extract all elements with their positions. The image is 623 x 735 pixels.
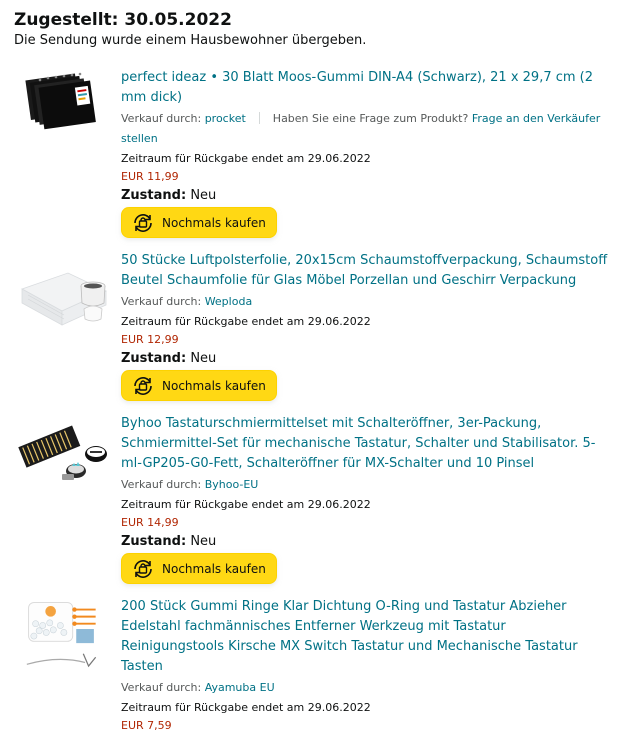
condition-label: Zustand: [121, 534, 187, 549]
item-details: 50 Stücke Luftpolsterfolie, 20x15cm Scha… [121, 251, 611, 402]
item-details: perfect ideaz • 30 Blatt Moos-Gummi DIN-… [121, 68, 611, 239]
item-price: EUR 14,99 [121, 516, 179, 529]
sold-by-label: Verkauf durch: [121, 295, 202, 308]
return-window-text: Zeitraum für Rückgabe endet am 29.06.202… [121, 152, 371, 165]
seller-link[interactable]: Ayamuba EU [205, 681, 275, 694]
seller-line: Verkauf durch: Weploda [121, 292, 611, 312]
item-condition: Zustand: Neu [121, 349, 611, 369]
seller-link[interactable]: procket [205, 112, 246, 125]
condition-label: Zustand: [121, 351, 187, 366]
shipment-header: Zugestellt: 30.05.2022 Die Sendung wurde… [14, 9, 366, 50]
product-title-link[interactable]: 200 Stück Gummi Ringe Klar Dichtung O-Ri… [121, 597, 611, 677]
condition-value: Neu [190, 351, 217, 366]
seller-line: Verkauf durch: procket Haben Sie eine Fr… [121, 109, 611, 149]
return-window-text: Zeitraum für Rückgabe endet am 29.06.202… [121, 701, 371, 714]
buy-again-icon [134, 559, 152, 578]
buy-again-button[interactable]: Nochmals kaufen [121, 553, 277, 584]
product-image-foam-sheets[interactable] [18, 68, 108, 143]
buy-again-label: Nochmals kaufen [162, 378, 266, 393]
sold-by-label: Verkauf durch: [121, 681, 202, 694]
condition-value: Neu [190, 534, 217, 549]
delivery-status-title: Zugestellt: 30.05.2022 [14, 10, 232, 30]
product-question-text: Haben Sie eine Frage zum Produkt? [272, 112, 469, 125]
product-title-link[interactable]: perfect ideaz • 30 Blatt Moos-Gummi DIN-… [121, 68, 611, 108]
condition-label: Zustand: [121, 188, 187, 203]
item-condition: Zustand: Neu [121, 186, 611, 206]
product-image-foam-bags[interactable] [18, 259, 108, 334]
sold-by-label: Verkauf durch: [121, 112, 202, 125]
sold-by-label: Verkauf durch: [121, 478, 202, 491]
seller-line: Verkauf durch: Byhoo-EU [121, 475, 611, 495]
delivery-status-subtitle: Die Sendung wurde einem Hausbewohner übe… [14, 33, 367, 48]
buy-again-button[interactable]: Nochmals kaufen [121, 370, 277, 401]
item-price: EUR 11,99 [121, 170, 179, 183]
product-image-oring-kit[interactable] [18, 599, 108, 674]
item-price: EUR 7,59 [121, 719, 172, 732]
product-title-link[interactable]: 50 Stücke Luftpolsterfolie, 20x15cm Scha… [121, 251, 611, 291]
item-details: 200 Stück Gummi Ringe Klar Dichtung O-Ri… [121, 597, 611, 735]
seller-line: Verkauf durch: Ayamuba EU [121, 678, 611, 698]
buy-again-icon [134, 376, 152, 395]
seller-link[interactable]: Byhoo-EU [205, 478, 259, 491]
buy-again-label: Nochmals kaufen [162, 215, 266, 230]
seller-link[interactable]: Weploda [205, 295, 253, 308]
order-shipment-card: Zugestellt: 30.05.2022 Die Sendung wurde… [0, 0, 623, 732]
item-price: EUR 12,99 [121, 333, 179, 346]
buy-again-label: Nochmals kaufen [162, 561, 266, 576]
return-window-text: Zeitraum für Rückgabe endet am 29.06.202… [121, 498, 371, 511]
return-window-text: Zeitraum für Rückgabe endet am 29.06.202… [121, 315, 371, 328]
product-title-link[interactable]: Byhoo Tastaturschmiermittelset mit Schal… [121, 414, 611, 474]
buy-again-icon [134, 213, 152, 232]
buy-again-button[interactable]: Nochmals kaufen [121, 207, 277, 238]
seller-divider [259, 112, 261, 124]
condition-value: Neu [190, 188, 217, 203]
item-condition: Zustand: Neu [121, 532, 611, 552]
item-details: Byhoo Tastaturschmiermittelset mit Schal… [121, 414, 611, 585]
product-image-lube-kit[interactable] [18, 416, 108, 491]
